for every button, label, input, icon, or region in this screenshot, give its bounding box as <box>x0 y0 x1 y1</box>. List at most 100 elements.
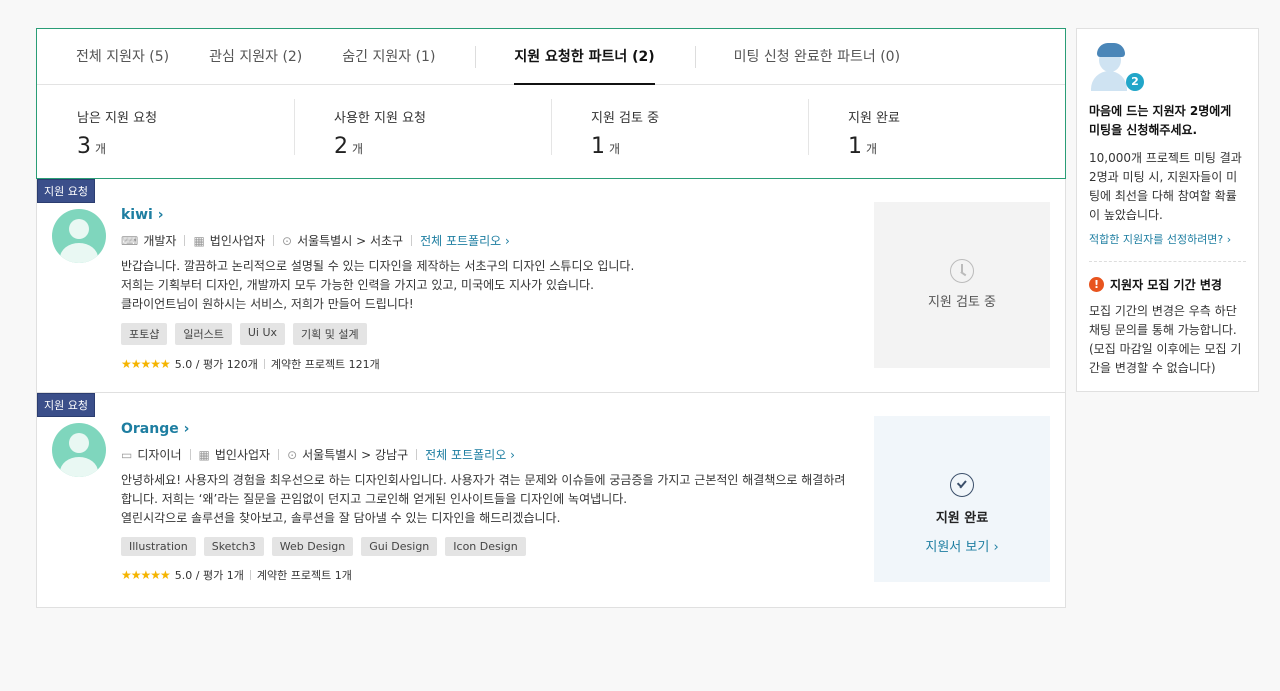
stat-label: 남은 지원 요청 <box>77 111 158 126</box>
partner-name[interactable]: Orange <box>121 421 179 437</box>
selection-guide-link[interactable]: 적합한 지원자를 선정하려면? › <box>1089 231 1246 247</box>
warning-heading: ! 지원자 모집 기간 변경 <box>1089 276 1246 293</box>
tab-all-applicants[interactable]: 전체 지원자 (5) <box>76 29 169 85</box>
chevron-right-icon: › <box>183 421 190 437</box>
selection-guide-label[interactable]: 적합한 지원자를 선정하려면? <box>1089 233 1223 246</box>
partner-location: 서울특별시 > 강남구 <box>302 448 409 462</box>
partner-info: kiwi › ⌨ 개발자 ▦ 법인사업자 ⊙ 서울특별시 > 서초구 전체 포트… <box>121 207 861 372</box>
partner-info: Orange › ▭ 디자이너 ▦ 법인사업자 ⊙ 서울특별시 > 강남구 전체… <box>121 421 861 583</box>
tab-bar: 전체 지원자 (5) 관심 지원자 (2) 숨긴 지원자 (1) 지원 요청한 … <box>37 29 1065 85</box>
skill-tag: 기획 및 설계 <box>293 323 367 345</box>
request-badge: 지원 요청 <box>37 393 95 417</box>
skill-tag: Web Design <box>271 537 354 556</box>
tab-hidden-applicants[interactable]: 숨긴 지원자 (1) <box>342 29 435 85</box>
stat-value: 1 <box>848 134 862 159</box>
partner-role: 개발자 <box>143 234 177 248</box>
chevron-right-icon: › <box>505 234 510 248</box>
exclamation-icon: ! <box>1089 277 1104 292</box>
tab-requested-partners[interactable]: 지원 요청한 파트너 (2) <box>514 29 655 85</box>
view-application-link[interactable]: 지원서 보기 › <box>874 536 1050 555</box>
building-icon: ▦ <box>193 233 205 248</box>
request-badge: 지원 요청 <box>37 179 95 203</box>
warning-text: 모집 기간의 변경은 우측 하단 채팅 문의를 통해 가능합니다.(모집 마감일… <box>1089 304 1242 375</box>
stat-value: 3 <box>77 134 91 159</box>
portfolio-link[interactable]: 전체 포트폴리오 › <box>425 446 515 463</box>
stat-under-review: 지원 검토 중 1개 <box>551 85 808 179</box>
partner-location: 서울특별시 > 서초구 <box>297 234 404 248</box>
rating-text: 5.0 / 평가 1개 <box>174 569 244 582</box>
stat-remaining-requests: 남은 지원 요청 3개 <box>37 85 294 179</box>
status-text: 지원 검토 중 <box>927 295 997 310</box>
stat-unit: 개 <box>95 142 107 156</box>
description-line: 저희는 기획부터 디자인, 개발까지 모두 가능한 인력을 가지고 있고, 미국… <box>121 278 594 292</box>
contract-count: 계약한 프로젝트 1개 <box>256 569 352 582</box>
tab-divider <box>694 45 696 68</box>
stat-completed: 지원 완료 1개 <box>808 85 1065 179</box>
portfolio-link-label[interactable]: 전체 포트폴리오 <box>425 448 506 462</box>
skill-tag: Sketch3 <box>203 537 264 556</box>
partner-name-link[interactable]: Orange › <box>121 421 861 437</box>
stat-label: 지원 완료 <box>848 111 900 126</box>
partner-rating: ★★★★★ 5.0 / 평가 1개 계약한 프로젝트 1개 <box>121 567 861 583</box>
avatar[interactable] <box>52 209 106 263</box>
stat-used-requests: 사용한 지원 요청 2개 <box>294 85 551 179</box>
divider <box>1089 261 1246 262</box>
skill-tags: Illustration Sketch3 Web Design Gui Desi… <box>121 537 861 556</box>
partner-business-type: 법인사업자 <box>209 234 265 248</box>
keyboard-icon: ⌨ <box>121 233 139 248</box>
skill-tag: Gui Design <box>361 537 438 556</box>
portfolio-link[interactable]: 전체 포트폴리오 › <box>420 232 510 249</box>
partner-description: 안녕하세요! 사용자의 경험을 최우선으로 하는 디자인회사입니다. 사용자가 … <box>121 471 861 528</box>
description-line: 열린시각으로 솔루션을 찾아보고, 솔루션을 잘 담아낼 수 있는 디자인을 해… <box>121 511 561 525</box>
skill-tag: 포토샵 <box>121 323 168 345</box>
skill-tags: 포토샵 일러스트 Ui Ux 기획 및 설계 <box>121 323 861 345</box>
clock-icon <box>950 259 974 283</box>
partner-card: 지원 요청 Orange › ▭ 디자이너 ▦ 법인사업자 ⊙ 서울특별시 > … <box>36 393 1066 608</box>
star-rating-icon: ★★★★★ <box>121 357 171 371</box>
stat-label: 사용한 지원 요청 <box>334 111 426 126</box>
skill-tag: 일러스트 <box>175 323 232 345</box>
description-line: 클라이언트님이 원하시는 서비스, 저희가 만들어 드립니다! <box>121 297 414 311</box>
tab-divider <box>475 45 477 68</box>
tab-interested-applicants[interactable]: 관심 지원자 (2) <box>209 29 302 85</box>
partner-name-link[interactable]: kiwi › <box>121 207 861 223</box>
check-circle-icon <box>950 473 974 497</box>
partner-business-type: 법인사업자 <box>214 448 271 462</box>
guide-sidebar: 2 마음에 드는 지원자 2명에게 미팅을 신청해주세요. 10,000개 프로… <box>1076 28 1259 392</box>
chevron-right-icon: › <box>157 207 164 223</box>
guide-title: 마음에 드는 지원자 2명에게 미팅을 신청해주세요. <box>1089 104 1232 137</box>
laptop-icon: ▭ <box>121 447 133 462</box>
person-illustration-icon: 2 <box>1089 43 1144 91</box>
description-line: 합니다. 저희는 ‘왜’라는 질문을 끈임없이 던지고 그로인해 얻게된 인사이… <box>121 492 628 506</box>
partner-name[interactable]: kiwi <box>121 207 153 223</box>
chevron-right-icon: › <box>510 448 515 462</box>
partner-role: 디자이너 <box>137 448 182 462</box>
stats-row: 남은 지원 요청 3개 사용한 지원 요청 2개 지원 검토 중 1개 지원 완… <box>37 85 1065 179</box>
partner-meta: ⌨ 개발자 ▦ 법인사업자 ⊙ 서울특별시 > 서초구 전체 포트폴리오 › <box>121 232 861 249</box>
skill-tag: Ui Ux <box>239 323 286 345</box>
partner-meta: ▭ 디자이너 ▦ 법인사업자 ⊙ 서울특별시 > 강남구 전체 포트폴리오 › <box>121 446 861 463</box>
building-icon: ▦ <box>198 447 210 462</box>
status-text: 지원 완료 <box>935 511 989 526</box>
stat-value: 1 <box>591 134 605 159</box>
partner-description: 반갑습니다. 깔끔하고 논리적으로 설명될 수 있는 디자인을 제작하는 서초구… <box>121 257 861 314</box>
stat-unit: 개 <box>609 142 621 156</box>
chevron-right-icon: › <box>993 540 999 555</box>
skill-tag: Icon Design <box>445 537 526 556</box>
portfolio-link-label[interactable]: 전체 포트폴리오 <box>420 234 501 248</box>
tab-meeting-requested-partners[interactable]: 미팅 신청 완료한 파트너 (0) <box>734 29 900 85</box>
partner-rating: ★★★★★ 5.0 / 평가 120개 계약한 프로젝트 121개 <box>121 356 861 372</box>
summary-panel: 전체 지원자 (5) 관심 지원자 (2) 숨긴 지원자 (1) 지원 요청한 … <box>36 28 1066 179</box>
application-status-box: 지원 완료 지원서 보기 › <box>874 416 1050 582</box>
application-status-box: 지원 검토 중 <box>874 202 1050 368</box>
location-pin-icon: ⊙ <box>282 233 293 248</box>
avatar[interactable] <box>52 423 106 477</box>
description-line: 반갑습니다. 깔끔하고 논리적으로 설명될 수 있는 디자인을 제작하는 서초구… <box>121 259 635 273</box>
stat-value: 2 <box>334 134 348 159</box>
stat-unit: 개 <box>352 142 364 156</box>
skill-tag: Illustration <box>121 537 196 556</box>
stat-label: 지원 검토 중 <box>591 111 660 126</box>
main-content: 전체 지원자 (5) 관심 지원자 (2) 숨긴 지원자 (1) 지원 요청한 … <box>36 28 1066 608</box>
chevron-right-icon: › <box>1226 233 1232 246</box>
view-application-label[interactable]: 지원서 보기 <box>925 540 989 555</box>
